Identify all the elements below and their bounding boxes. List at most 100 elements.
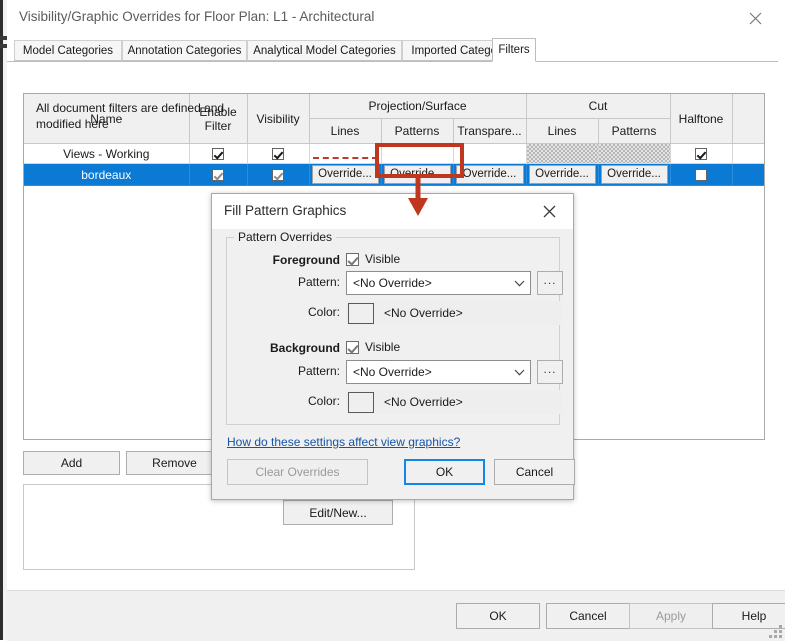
fill-pattern-dialog-title: Fill Pattern Graphics	[224, 203, 347, 218]
col-header-halftone: Halftone	[670, 94, 733, 144]
col-header-cut-patterns: Patterns	[598, 118, 671, 144]
cell-enable-filter[interactable]	[189, 143, 248, 164]
col-header-proj-lines: Lines	[309, 118, 382, 144]
dialog-button-bar: OK Cancel Apply Help	[7, 590, 785, 641]
chevron-down-icon	[508, 280, 530, 287]
fill-pattern-cancel-button[interactable]: Cancel	[494, 459, 575, 485]
background-pattern-value: <No Override>	[353, 365, 432, 379]
resize-grip[interactable]	[769, 625, 782, 638]
cell-cut-patterns[interactable]: Override...	[598, 163, 671, 186]
checkbox-glyph	[346, 340, 359, 354]
background-color-label: Color:	[307, 394, 340, 408]
cell-spacer	[732, 143, 764, 164]
chevron-down-icon	[508, 369, 530, 376]
tab-annotation-categories[interactable]: Annotation Categories	[122, 40, 247, 61]
hatched-disabled-cell	[598, 144, 670, 163]
cancel-button[interactable]: Cancel	[546, 603, 630, 629]
background-pattern-label: Pattern:	[297, 364, 340, 378]
checkbox-enable-filter[interactable]	[212, 169, 224, 182]
add-button[interactable]: Add	[23, 451, 120, 475]
close-icon[interactable]	[733, 0, 777, 36]
tab-filters[interactable]: Filters	[492, 38, 536, 62]
background-visible-label: Visible	[365, 340, 401, 354]
remove-button[interactable]: Remove	[126, 451, 223, 475]
apply-button: Apply	[629, 603, 713, 629]
row-name-bordeaux: bordeaux	[24, 163, 190, 186]
col-header-spacer	[732, 94, 764, 144]
row-name-views-working: Views - Working	[24, 143, 190, 164]
tab-model-categories[interactable]: Model Categories	[14, 40, 122, 61]
background-color-value: <No Override>	[384, 395, 463, 409]
cell-halftone[interactable]	[670, 163, 733, 186]
cell-cut-lines[interactable]: Override...	[526, 163, 599, 186]
override-button-cut-patterns[interactable]: Override...	[600, 165, 668, 184]
dashed-line-preview	[312, 156, 378, 159]
clear-overrides-button: Clear Overrides	[227, 459, 368, 485]
override-button-projection-transparency[interactable]: Override...	[455, 165, 524, 184]
checkbox-visibility[interactable]	[272, 148, 284, 161]
fill-pattern-graphics-dialog: Fill Pattern Graphics Pattern Overrides …	[211, 193, 575, 500]
foreground-pattern-label: Pattern:	[297, 275, 340, 289]
window-edge-mark-1	[0, 36, 7, 40]
view-graphics-help-link[interactable]: How do these settings affect view graphi…	[227, 435, 460, 449]
window-title: Visibility/Graphic Overrides for Floor P…	[19, 9, 375, 24]
col-header-visibility: Visibility	[247, 94, 310, 144]
col-header-proj-patterns: Patterns	[381, 118, 454, 144]
window-edge-mark-2	[0, 44, 7, 48]
foreground-pattern-combo[interactable]: <No Override>	[346, 271, 531, 295]
visibility-graphic-overrides-window: Visibility/Graphic Overrides for Floor P…	[0, 0, 785, 641]
cell-proj-patterns[interactable]	[381, 143, 454, 164]
foreground-color-value: <No Override>	[384, 306, 463, 320]
cell-cut-lines	[526, 143, 599, 164]
foreground-pattern-browse-button[interactable]: ...	[537, 271, 563, 295]
col-header-cut-lines: Lines	[526, 118, 599, 144]
checkbox-glyph	[346, 252, 359, 266]
foreground-visible-label: Visible	[365, 252, 401, 266]
table-row[interactable]: bordeaux Override... Override... Overrid…	[24, 163, 764, 186]
cell-halftone[interactable]	[670, 143, 733, 164]
col-header-proj-transparency: Transpare...	[453, 118, 527, 144]
filter-info-text: All document filters are defined and mod…	[36, 101, 225, 131]
cell-enable-filter[interactable]	[189, 163, 248, 186]
background-pattern-browse-button[interactable]: ...	[537, 360, 563, 384]
foreground-label: Foreground	[272, 253, 340, 267]
background-color-swatch[interactable]	[348, 391, 374, 413]
foreground-color-label: Color:	[307, 305, 340, 319]
tab-analytical-model-categories[interactable]: Analytical Model Categories	[247, 40, 402, 61]
fill-pattern-dialog-title-bar: Fill Pattern Graphics	[212, 194, 573, 229]
pattern-overrides-group-label: Pattern Overrides	[234, 230, 337, 244]
edit-new-button[interactable]: Edit/New...	[283, 500, 393, 525]
foreground-color-field[interactable]: <No Override>	[346, 301, 563, 325]
cell-proj-patterns[interactable]: Override...	[381, 163, 454, 186]
tab-strip: Model Categories Annotation Categories A…	[7, 38, 785, 62]
cell-visibility[interactable]	[247, 143, 310, 164]
background-color-field[interactable]: <No Override>	[346, 390, 563, 414]
override-button-projection-lines[interactable]: Override...	[311, 165, 379, 184]
background-visible-checkbox[interactable]: Visible	[346, 340, 400, 354]
close-icon[interactable]	[529, 194, 569, 229]
checkbox-enable-filter[interactable]	[212, 148, 224, 161]
cell-visibility[interactable]	[247, 163, 310, 186]
col-header-projection-surface: Projection/Surface	[309, 94, 527, 119]
cell-proj-transparency[interactable]: Override...	[453, 163, 527, 186]
fill-pattern-ok-button[interactable]: OK	[404, 459, 485, 485]
foreground-color-swatch[interactable]	[348, 302, 374, 324]
checkbox-visibility[interactable]	[272, 169, 284, 182]
cell-proj-lines[interactable]	[309, 143, 382, 164]
cell-proj-transparency[interactable]	[453, 143, 527, 164]
cell-spacer	[732, 163, 764, 186]
checkbox-halftone[interactable]	[695, 169, 708, 182]
checkbox-halftone[interactable]	[695, 148, 708, 161]
col-header-cut: Cut	[526, 94, 671, 119]
foreground-pattern-value: <No Override>	[353, 276, 432, 290]
table-row[interactable]: Views - Working	[24, 143, 764, 164]
title-bar: Visibility/Graphic Overrides for Floor P…	[7, 0, 785, 36]
cell-proj-lines[interactable]: Override...	[309, 163, 382, 186]
hatched-disabled-cell	[526, 144, 598, 163]
foreground-visible-checkbox[interactable]: Visible	[346, 252, 400, 266]
override-button-projection-patterns[interactable]: Override...	[383, 165, 451, 184]
background-pattern-combo[interactable]: <No Override>	[346, 360, 531, 384]
override-button-cut-lines[interactable]: Override...	[528, 165, 596, 184]
ok-button[interactable]: OK	[456, 603, 540, 629]
background-label: Background	[269, 341, 340, 355]
